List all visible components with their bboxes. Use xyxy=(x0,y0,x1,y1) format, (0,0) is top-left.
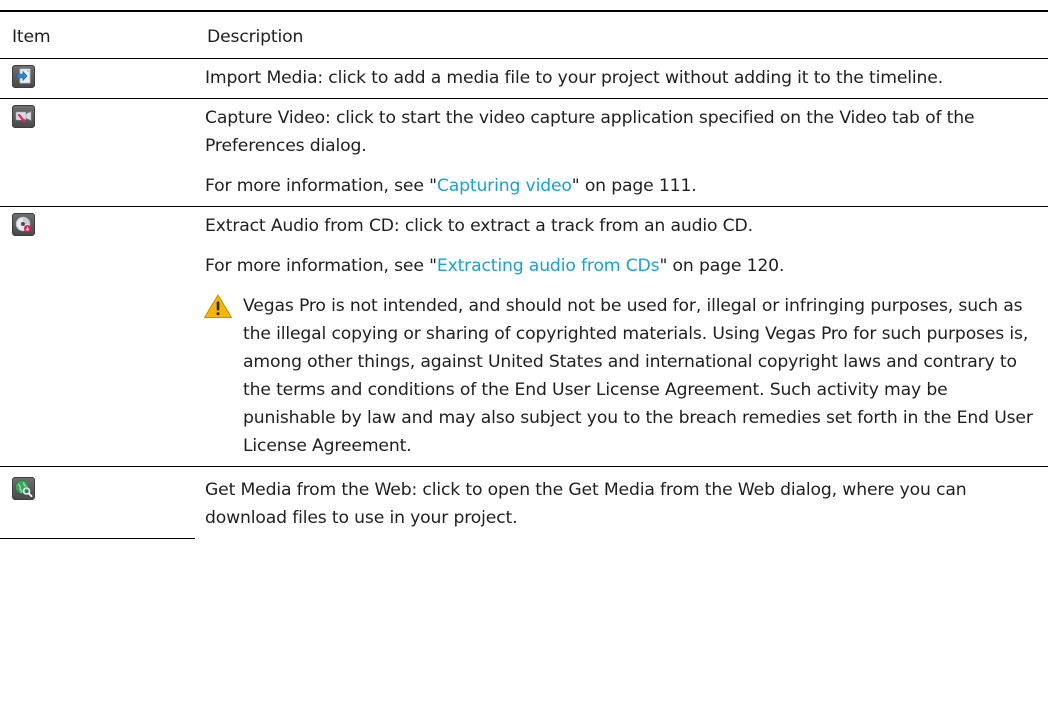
item-cell xyxy=(0,466,195,539)
more-info-suffix: " on page 111. xyxy=(571,176,697,196)
item-cell xyxy=(0,98,195,207)
get-media-web-icon xyxy=(12,477,35,500)
description-text: Capture Video: click to start the video … xyxy=(205,108,975,156)
import-media-icon xyxy=(12,65,35,88)
document-page: Item Description Import Media: click to … xyxy=(0,0,1050,713)
description-cell: Import Media: click to add a media file … xyxy=(195,58,1048,99)
table-row: Get Media from the Web: click to open th… xyxy=(0,466,1048,539)
description-text: Import Media: click to add a media file … xyxy=(205,68,944,88)
item-cell xyxy=(0,206,195,467)
extracting-audio-link[interactable]: Extracting audio from CDs xyxy=(437,256,660,276)
item-cell xyxy=(0,58,195,99)
more-info-text: For more information, see "Capturing vid… xyxy=(205,172,1036,200)
extract-audio-cd-icon xyxy=(12,213,35,236)
toolbar-reference-table: Item Description Import Media: click to … xyxy=(0,10,1048,539)
description-cell: Capture Video: click to start the video … xyxy=(195,98,1048,207)
description-cell: Get Media from the Web: click to open th… xyxy=(195,467,1048,539)
header-item: Item xyxy=(0,10,195,59)
more-info-prefix: For more information, see " xyxy=(205,176,437,196)
capturing-video-link[interactable]: Capturing video xyxy=(437,176,572,196)
description-cell: Extract Audio from CD: click to extract … xyxy=(195,206,1048,467)
warning-text: Vegas Pro is not intended, and should no… xyxy=(243,296,1033,456)
warning-note: Vegas Pro is not intended, and should no… xyxy=(204,292,1036,460)
more-info-prefix: For more information, see " xyxy=(205,256,437,276)
warning-icon xyxy=(204,294,232,318)
header-description: Description xyxy=(195,10,1048,59)
description-text: Extract Audio from CD: click to extract … xyxy=(205,216,753,236)
table-row: Capture Video: click to start the video … xyxy=(0,98,1048,207)
more-info-text: For more information, see "Extracting au… xyxy=(205,252,1036,280)
more-info-suffix: " on page 120. xyxy=(659,256,785,276)
table-row: Extract Audio from CD: click to extract … xyxy=(0,206,1048,467)
table-header-row: Item Description xyxy=(0,10,1048,59)
capture-video-icon xyxy=(12,105,35,128)
description-text: Get Media from the Web: click to open th… xyxy=(205,480,967,528)
table-row: Import Media: click to add a media file … xyxy=(0,58,1048,99)
